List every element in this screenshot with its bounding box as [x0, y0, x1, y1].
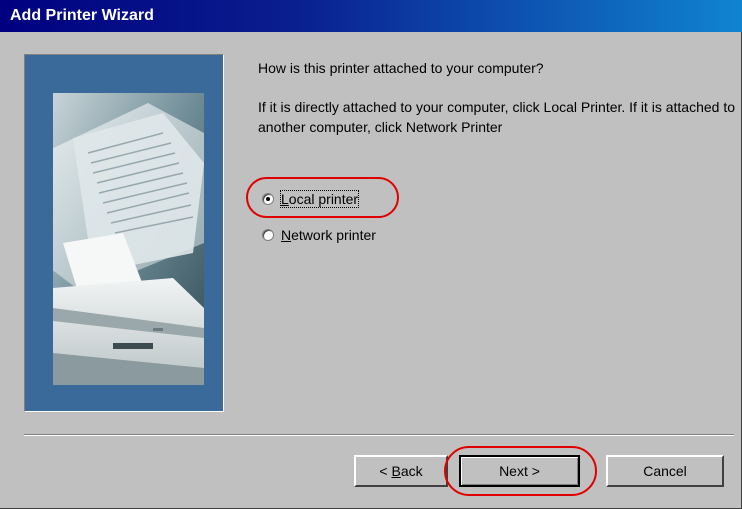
question-text: How is this printer attached to your com…: [258, 60, 544, 76]
local-printer-option[interactable]: Local printer: [262, 189, 360, 209]
label-text: etwork printer: [291, 227, 376, 243]
window-title: Add Printer Wizard: [10, 7, 154, 24]
back-arrow: <: [379, 463, 392, 479]
next-button[interactable]: Next >: [459, 455, 580, 487]
label-text: ocal printer: [288, 191, 359, 207]
accelerator-key: B: [391, 463, 401, 479]
wizard-side-panel: [24, 54, 224, 412]
instructions-text: If it is directly attached to your compu…: [258, 99, 735, 135]
accelerator-key: L: [281, 191, 289, 207]
network-printer-label[interactable]: Network printer: [281, 227, 376, 243]
title-bar[interactable]: Add Printer Wizard: [0, 0, 742, 32]
printer-illustration: [53, 93, 204, 385]
separator-line: [24, 434, 734, 436]
local-printer-label[interactable]: Local printer: [279, 190, 360, 208]
network-printer-radio[interactable]: [262, 229, 274, 241]
radio-selected-dot: [266, 197, 270, 201]
local-printer-radio[interactable]: [262, 193, 274, 205]
back-button[interactable]: < Back: [354, 455, 448, 487]
next-label: Next >: [499, 463, 540, 479]
cancel-label: Cancel: [643, 463, 687, 479]
back-label: ack: [400, 463, 423, 479]
cancel-button[interactable]: Cancel: [606, 455, 724, 487]
accelerator-key: N: [281, 227, 292, 243]
network-printer-option[interactable]: Network printer: [262, 225, 376, 245]
wizard-window: Add Printer Wizard How is this printer a…: [0, 0, 742, 509]
